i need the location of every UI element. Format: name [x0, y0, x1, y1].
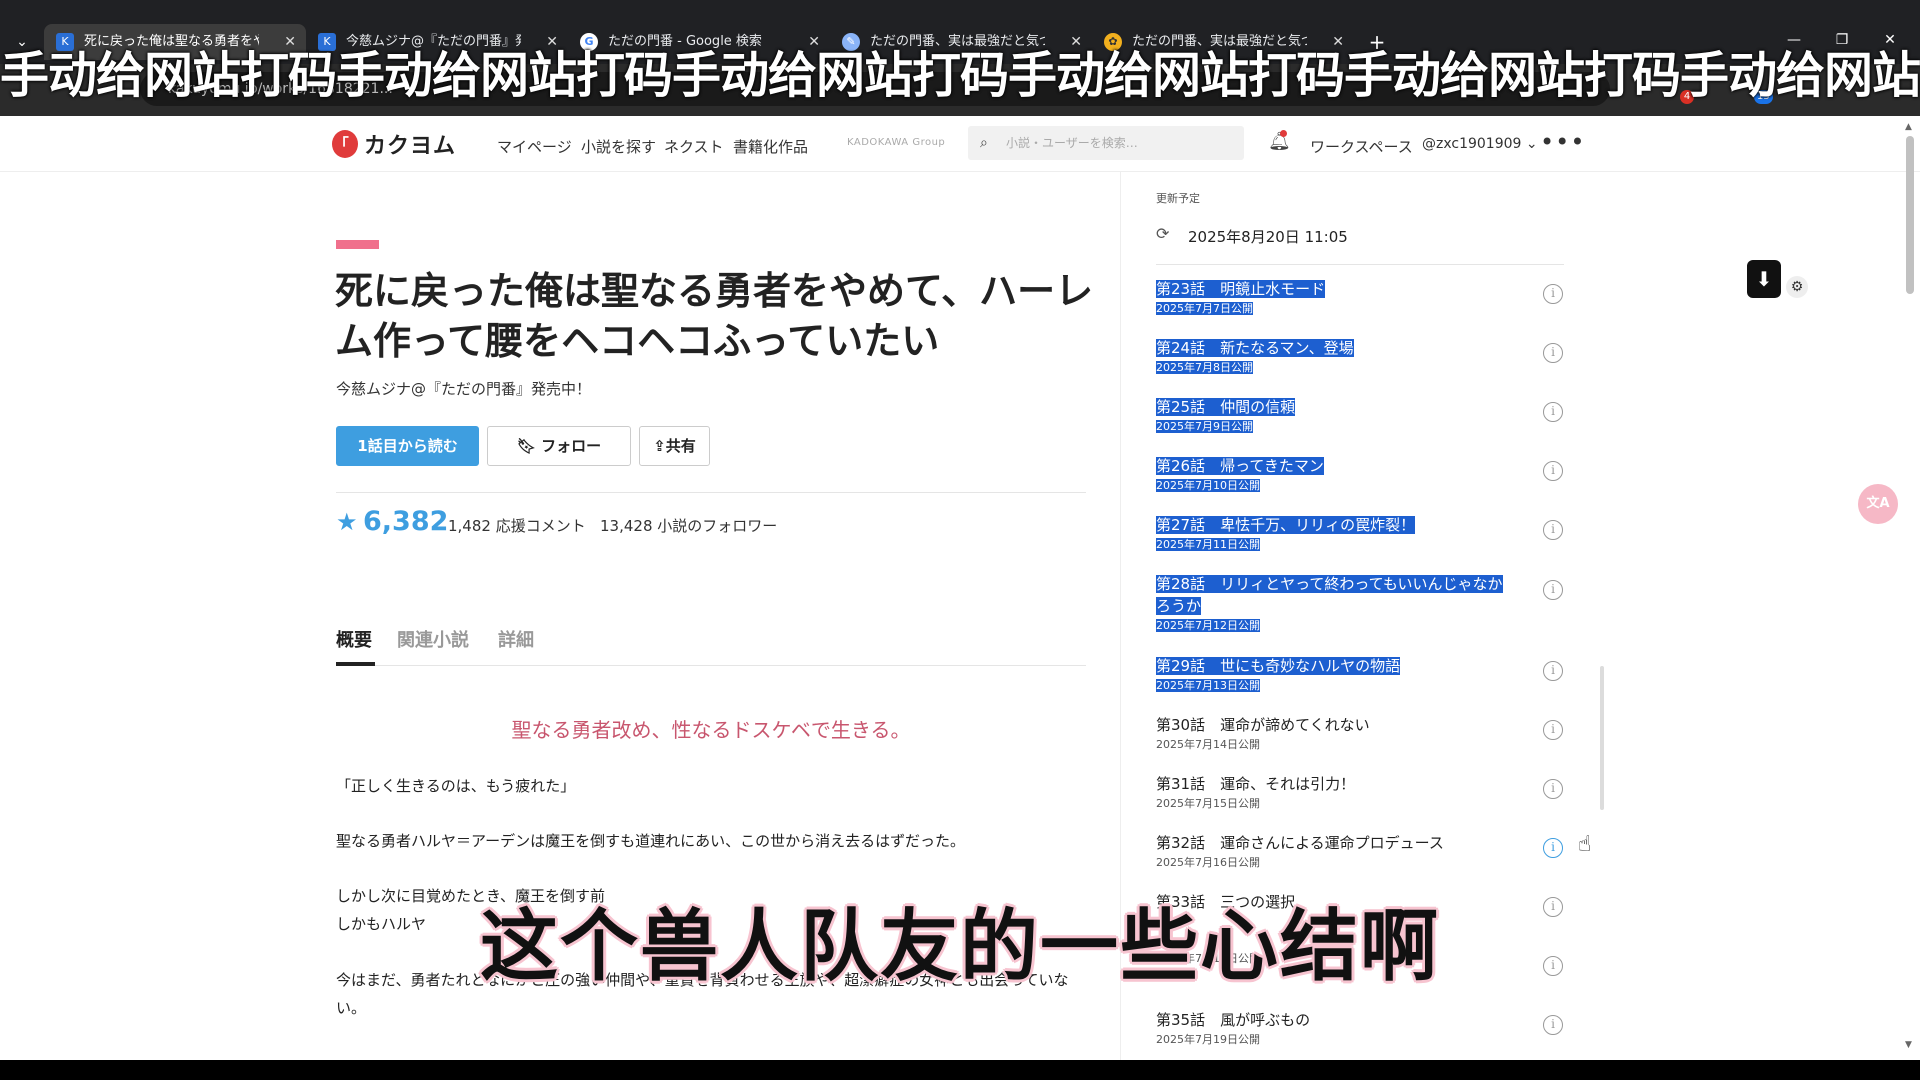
- search-input[interactable]: ⌕ 小説・ユーザーを検索…: [968, 126, 1244, 160]
- divider: [1156, 264, 1564, 265]
- episode-date: 2025年7月13日公開: [1156, 679, 1260, 692]
- tab-related[interactable]: 関連小説: [397, 626, 469, 652]
- episode-item[interactable]: 第28話 リリィとヤって終わってもいいんじゃなかろうか 2025年7月12日公開: [1156, 573, 1516, 634]
- episode-title: 第25話 仲間の信頼: [1156, 398, 1296, 416]
- episode-date: 2025年7月10日公開: [1156, 479, 1260, 492]
- follower-count[interactable]: 13,428 小説のフォロワー: [600, 515, 777, 536]
- episode-item[interactable]: 第27話 卑怯千万、リリィの罠炸裂！ 2025年7月11日公開: [1156, 514, 1526, 553]
- episode-title: 第30話 運命が諦めてくれない: [1156, 716, 1370, 734]
- video-subtitle: 这个兽人队友的一些心结啊: [479, 902, 1440, 992]
- episode-title: 第23話 明鏡止水モード: [1156, 280, 1326, 298]
- hand-cursor-icon: ☝︎: [1578, 832, 1592, 857]
- episode-date: 2025年7月7日公開: [1156, 302, 1253, 315]
- update-date: 2025年8月20日 11:05: [1188, 228, 1348, 246]
- refresh-icon: ⟳: [1156, 224, 1170, 243]
- info-icon[interactable]: i: [1543, 284, 1563, 304]
- info-icon[interactable]: i: [1543, 520, 1563, 540]
- nav-published[interactable]: 書籍化作品: [733, 136, 808, 157]
- title-accent-bar: [336, 240, 379, 249]
- username: @zxc1901909: [1422, 136, 1522, 152]
- episode-title: 第29話 世にも奇妙なハルヤの物語: [1156, 657, 1401, 675]
- follow-button[interactable]: 🔖︎ フォロー: [487, 426, 631, 466]
- more-icon[interactable]: •••: [1540, 128, 1585, 156]
- divider: [336, 492, 1086, 493]
- kakuyomu-logo-icon[interactable]: ｢: [332, 130, 358, 158]
- episode-date: 2025年7月12日公開: [1156, 619, 1260, 632]
- share-button[interactable]: ⇪共有: [639, 426, 710, 466]
- episode-title: 第26話 帰ってきたマン: [1156, 457, 1324, 475]
- episode-date: 2025年7月15日公開: [1156, 797, 1260, 810]
- read-first-episode-button[interactable]: 1話目から読む: [336, 426, 479, 466]
- watermark-overlay: 手动给网站打码手动给网站打码手动给网站打码手动给网站打码手动给网站打码手动给网站: [0, 47, 1920, 104]
- gear-icon[interactable]: ⚙: [1786, 276, 1808, 298]
- synopsis-paragraph: 聖なる勇者ハルヤ＝アーデンは魔王を倒すも道連れにあい、この世から消え去るはずだっ…: [336, 832, 965, 850]
- translate-icon[interactable]: 文A: [1858, 484, 1898, 524]
- comment-count[interactable]: 1,482 応援コメント: [448, 515, 586, 536]
- episode-item[interactable]: 第35話 風が呼ぶもの 2025年7月19日公開: [1156, 1009, 1526, 1048]
- info-icon[interactable]: i: [1543, 1015, 1563, 1035]
- tab-divider: [336, 665, 1086, 666]
- star-count[interactable]: 6,382: [363, 506, 448, 537]
- episode-title: 第31話 運命、それは引力！: [1156, 775, 1356, 793]
- tab-details[interactable]: 詳細: [498, 626, 534, 652]
- info-icon[interactable]: i: [1543, 402, 1563, 422]
- site-logo[interactable]: カクヨム: [364, 128, 456, 160]
- info-icon[interactable]: i: [1543, 720, 1563, 740]
- chevron-down-icon: ⌄: [1525, 136, 1538, 152]
- bookmark-plus-icon: 🔖︎: [516, 437, 536, 455]
- search-placeholder: 小説・ユーザーを検索…: [1006, 136, 1138, 150]
- site-header: ｢ カクヨム マイページ 小説を探す ネクスト 書籍化作品 KADOKAWA G…: [0, 116, 1920, 172]
- star-icon: ★: [336, 508, 358, 536]
- sidebar-scrollbar[interactable]: [1600, 666, 1604, 810]
- catchphrase: 聖なる勇者改め、性なるドスケベで生きる。: [511, 718, 911, 742]
- info-icon[interactable]: i: [1543, 343, 1563, 363]
- work-title: 死に戻った俺は聖なる勇者をやめて、ハーレム作って腰をヘコヘコふっていたい: [335, 269, 1094, 363]
- nav-next[interactable]: ネクスト: [664, 136, 724, 157]
- episode-item[interactable]: 第29話 世にも奇妙なハルヤの物語 2025年7月13日公開: [1156, 655, 1526, 694]
- download-icon[interactable]: ⬇: [1747, 260, 1781, 298]
- scroll-down-arrow[interactable]: ▼: [1905, 1040, 1912, 1050]
- share-icon: ⇪: [653, 437, 666, 455]
- episode-item[interactable]: 第26話 帰ってきたマン 2025年7月10日公開: [1156, 455, 1526, 494]
- episode-item[interactable]: 第25話 仲間の信頼 2025年7月9日公開: [1156, 396, 1526, 435]
- episode-title: 第32話 運命さんによる運命プロデュース: [1156, 834, 1444, 852]
- episode-item[interactable]: 第31話 運命、それは引力！ 2025年7月15日公開: [1156, 773, 1526, 812]
- info-icon[interactable]: i: [1543, 661, 1563, 681]
- episode-date: 2025年7月11日公開: [1156, 538, 1260, 551]
- scroll-up-arrow[interactable]: ▲: [1905, 122, 1912, 132]
- kadokawa-group-label[interactable]: KADOKAWA Group: [847, 137, 945, 148]
- info-icon[interactable]: i: [1543, 838, 1563, 858]
- synopsis-paragraph: 「正しく生きるのは、もう疲れた」: [336, 777, 576, 795]
- user-menu[interactable]: @zxc1901909 ⌄: [1422, 136, 1538, 152]
- episode-title: 第24話 新たなるマン、登場: [1156, 339, 1354, 357]
- workspace-link[interactable]: ワークスペース: [1310, 136, 1413, 157]
- info-icon[interactable]: i: [1543, 779, 1563, 799]
- episode-item[interactable]: 第24話 新たなるマン、登場 2025年7月8日公開: [1156, 337, 1526, 376]
- episode-title: 第27話 卑怯千万、リリィの罠炸裂！: [1156, 516, 1416, 534]
- episode-item[interactable]: 第23話 明鏡止水モード 2025年7月7日公開: [1156, 278, 1526, 317]
- bottom-letterbox: [0, 1060, 1920, 1080]
- episode-date: 2025年7月8日公開: [1156, 361, 1253, 374]
- author-name[interactable]: 今慈ムジナ@『ただの門番』発売中！: [336, 378, 591, 399]
- episode-date: 2025年7月16日公開: [1156, 856, 1260, 869]
- notification-dot: [1280, 130, 1287, 137]
- episode-title: 第35話 風が呼ぶもの: [1156, 1011, 1311, 1029]
- search-icon: ⌕: [980, 135, 988, 151]
- follow-label: フォロー: [541, 437, 602, 455]
- nav-find-novels[interactable]: 小説を探す: [581, 136, 656, 157]
- episode-date: 2025年7月14日公開: [1156, 738, 1260, 751]
- episode-item[interactable]: 第30話 運命が諦めてくれない 2025年7月14日公開: [1156, 714, 1526, 753]
- nav-mypage[interactable]: マイページ: [497, 136, 572, 157]
- episode-title: 第28話 リリィとヤって終わってもいいんじゃなかろうか: [1156, 575, 1503, 615]
- share-label: 共有: [665, 437, 696, 455]
- episode-item[interactable]: 第32話 運命さんによる運命プロデュース 2025年7月16日公開: [1156, 832, 1526, 871]
- active-tab-indicator: [336, 662, 375, 666]
- tab-overview[interactable]: 概要: [336, 626, 372, 652]
- episode-date: 2025年7月19日公開: [1156, 1033, 1260, 1046]
- page-scrollbar-thumb[interactable]: [1906, 136, 1914, 294]
- info-icon[interactable]: i: [1543, 580, 1563, 600]
- info-icon[interactable]: i: [1543, 461, 1563, 481]
- episode-date: 2025年7月9日公開: [1156, 420, 1253, 433]
- update-label: 更新予定: [1156, 192, 1200, 205]
